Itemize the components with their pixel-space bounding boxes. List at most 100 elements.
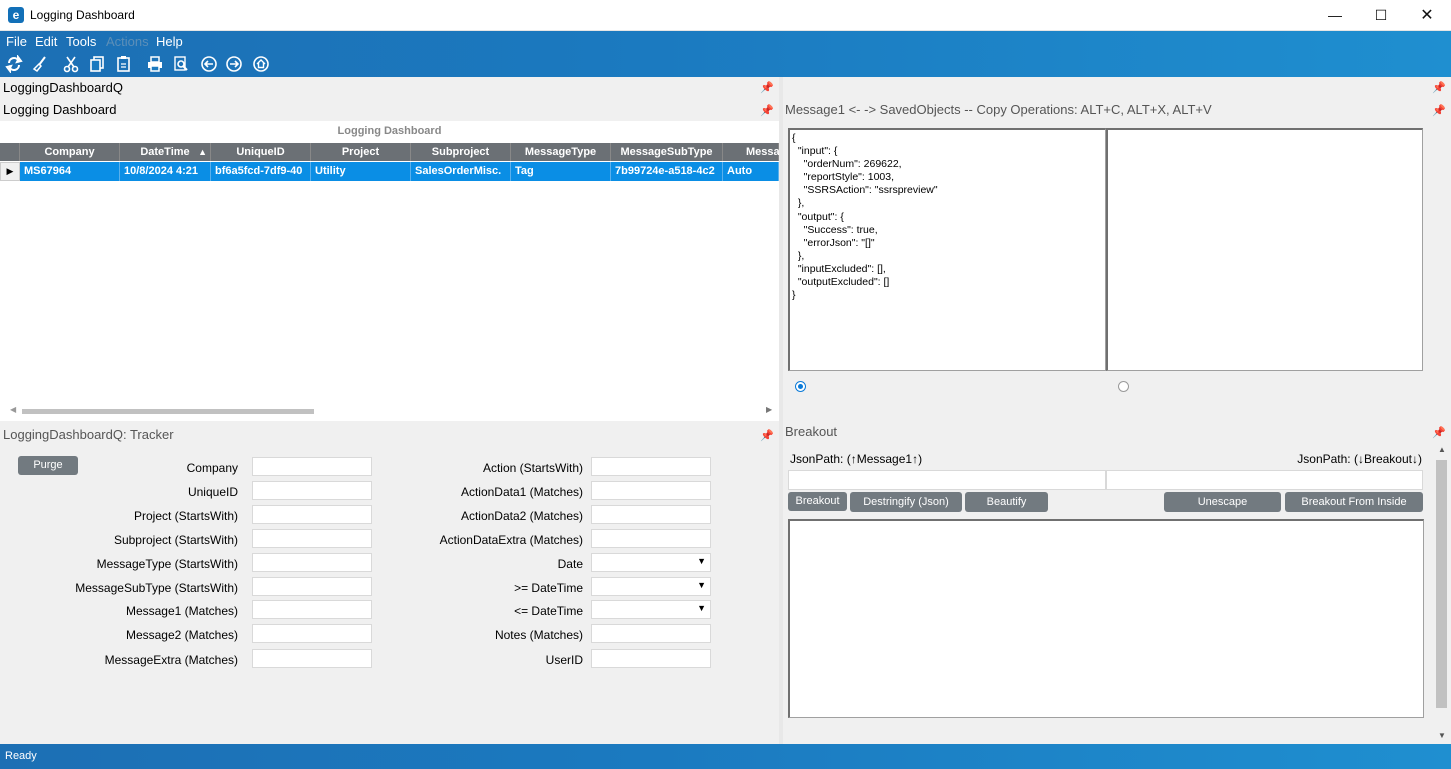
window-title: Logging Dashboard: [30, 8, 135, 22]
paste-icon[interactable]: [114, 54, 134, 74]
menu-help[interactable]: Help: [152, 34, 187, 49]
broom-icon[interactable]: [30, 54, 50, 74]
scroll-down-icon[interactable]: ▼: [1438, 731, 1446, 740]
title-bar: [0, 0, 1451, 31]
maximize-button[interactable]: ☐: [1358, 0, 1404, 31]
jsonpath-label-right: JsonPath: (↓Breakout↓): [1297, 452, 1422, 466]
tracker-input[interactable]: [252, 505, 372, 524]
tracker-label: Project (StartsWith): [133, 509, 238, 523]
cell-subproject[interactable]: SalesOrderMisc.: [411, 162, 511, 181]
forward-icon[interactable]: [224, 54, 244, 74]
home-icon[interactable]: [251, 54, 271, 74]
column-header-project[interactable]: Project: [311, 143, 411, 161]
column-header-messagesubtype[interactable]: MessageSubType: [611, 143, 723, 161]
scroll-up-icon[interactable]: ▲: [1438, 445, 1446, 454]
column-header-company[interactable]: Company: [20, 143, 120, 161]
jsonpath-label-left: JsonPath: (↑Message1↑): [790, 452, 923, 466]
tracker-dropdown[interactable]: ▼: [591, 600, 711, 619]
scroll-left-icon[interactable]: ◀: [10, 405, 16, 414]
column-header-subproject[interactable]: Subproject: [411, 143, 511, 161]
beautify-button[interactable]: Beautify: [965, 492, 1048, 512]
destringify-button[interactable]: Destringify (Json): [850, 492, 962, 512]
tracker-input[interactable]: [252, 624, 372, 643]
cell-company[interactable]: MS67964: [20, 162, 120, 181]
chevron-down-icon[interactable]: ▼: [697, 556, 706, 566]
saved-objects-textbox[interactable]: [1106, 128, 1423, 371]
pin-icon[interactable]: 📌: [760, 104, 774, 118]
status-bar: [0, 744, 1451, 769]
find-icon[interactable]: [171, 54, 191, 74]
tracker-input[interactable]: [252, 553, 372, 572]
chevron-down-icon[interactable]: ▼: [697, 580, 706, 590]
close-button[interactable]: ✕: [1404, 0, 1450, 31]
unescape-button[interactable]: Unescape: [1164, 492, 1281, 512]
pin-icon[interactable]: 📌: [1432, 104, 1446, 118]
pane-header-blank: [783, 77, 1451, 99]
app-logo-icon: e: [8, 7, 24, 23]
column-header-datetime[interactable]: DateTime ▲: [120, 143, 211, 161]
tracker-label: MessageExtra (Matches): [104, 653, 238, 667]
message1-json: { "input": { "orderNum": 269622, "report…: [792, 132, 938, 302]
minimize-button[interactable]: —: [1312, 0, 1358, 31]
saved-objects-radio[interactable]: [1118, 381, 1129, 392]
tracker-input[interactable]: [252, 529, 372, 548]
tracker-input[interactable]: [591, 505, 711, 524]
tracker-input[interactable]: [252, 577, 372, 596]
pin-icon[interactable]: 📌: [760, 429, 774, 443]
grid-corner-header: [0, 143, 20, 161]
scrollbar-thumb[interactable]: [22, 409, 314, 414]
breakout-from-inside-button[interactable]: Breakout From Inside: [1285, 492, 1423, 512]
message1-radio[interactable]: [795, 381, 806, 392]
pin-icon[interactable]: 📌: [760, 81, 774, 95]
menu-file[interactable]: File: [2, 34, 31, 49]
pane-header-logging-dashboard: Logging Dashboard: [0, 99, 779, 121]
pin-icon[interactable]: 📌: [1432, 81, 1446, 95]
tracker-input[interactable]: [591, 649, 711, 668]
jsonpath-input-right[interactable]: [1106, 470, 1423, 490]
menu-actions: Actions: [106, 34, 149, 49]
cell-messagetype[interactable]: Tag: [511, 162, 611, 181]
tracker-label: Action (StartsWith): [482, 461, 583, 475]
tracker-label: ActionData1 (Matches): [460, 485, 583, 499]
tracker-dropdown[interactable]: ▼: [591, 577, 711, 596]
refresh-icon[interactable]: [4, 54, 24, 74]
tracker-input[interactable]: [591, 529, 711, 548]
cell-project[interactable]: Utility: [311, 162, 411, 181]
cell-messagesubtype[interactable]: 7b99724e-a518-4c2: [611, 162, 723, 181]
print-icon[interactable]: [145, 54, 165, 74]
tracker-label: ActionDataExtra (Matches): [439, 533, 583, 547]
pane-header-message: Message1 <- -> SavedObjects -- Copy Oper…: [783, 99, 1451, 121]
tracker-input[interactable]: [591, 624, 711, 643]
cell-message[interactable]: Auto: [723, 162, 779, 181]
jsonpath-input-left[interactable]: [788, 470, 1106, 490]
pin-icon[interactable]: 📌: [1432, 426, 1446, 440]
back-icon[interactable]: [199, 54, 219, 74]
tracker-label: Message1 (Matches): [125, 604, 238, 618]
column-header-messagetype[interactable]: MessageType: [511, 143, 611, 161]
copy-icon[interactable]: [87, 54, 107, 74]
breakout-button[interactable]: Breakout: [788, 492, 847, 511]
cell-uniqueid[interactable]: bf6a5fcd-7df9-40: [211, 162, 311, 181]
message1-textbox[interactable]: { "input": { "orderNum": 269622, "report…: [788, 128, 1106, 371]
tracker-input[interactable]: [591, 481, 711, 500]
column-header-message[interactable]: Messa: [723, 143, 780, 161]
menu-edit[interactable]: Edit: [31, 34, 61, 49]
tracker-input[interactable]: [252, 600, 372, 619]
tracker-input[interactable]: [252, 481, 372, 500]
cell-datetime[interactable]: 10/8/2024 4:21: [120, 162, 211, 181]
column-header-uniqueid[interactable]: UniqueID: [211, 143, 311, 161]
menu-tools[interactable]: Tools: [62, 34, 100, 49]
tracker-input[interactable]: [252, 457, 372, 476]
tracker-input[interactable]: [591, 457, 711, 476]
tracker-label: <= DateTime: [514, 604, 583, 618]
cut-icon[interactable]: [61, 54, 81, 74]
pane-header-tracker: LoggingDashboardQ: Tracker: [0, 424, 779, 446]
tracker-dropdown[interactable]: ▼: [591, 553, 711, 572]
tracker-input[interactable]: [252, 649, 372, 668]
chevron-down-icon[interactable]: ▼: [697, 603, 706, 613]
scroll-right-icon[interactable]: ▶: [766, 405, 772, 414]
splitter[interactable]: [779, 77, 783, 744]
scrollbar-thumb[interactable]: [1436, 460, 1447, 708]
breakout-output-textbox[interactable]: [788, 519, 1424, 718]
tracker-label: ActionData2 (Matches): [460, 509, 583, 523]
